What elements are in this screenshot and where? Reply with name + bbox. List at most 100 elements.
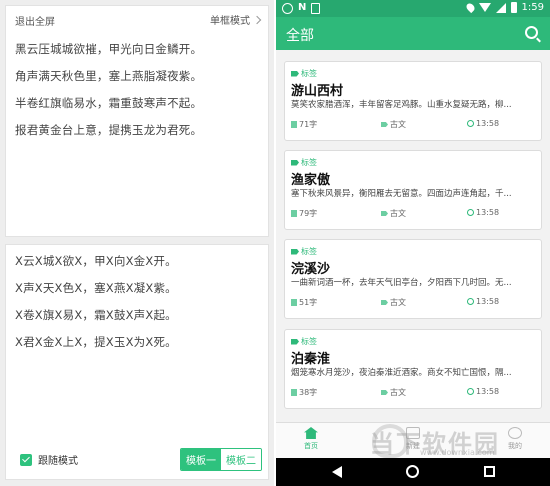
time-label: 13:58 — [476, 297, 500, 306]
tag-icon — [381, 390, 388, 395]
wifi-icon — [478, 3, 491, 12]
category: 古文 — [381, 119, 406, 130]
poem-card[interactable]: 标签 渔家傲 塞下秋来风景异，衡阳雁去无留意。四面边声连角起，千... 79字 … — [284, 150, 542, 230]
tag-icon — [291, 70, 299, 77]
tag-label: 标签 — [301, 337, 317, 346]
tag-badge: 标签 — [291, 246, 317, 257]
status-bar: N 1:59 — [276, 0, 550, 17]
category-label: 古文 — [390, 209, 406, 218]
tag-badge: 标签 — [291, 336, 317, 347]
poem-title: 渔家傲 — [291, 173, 331, 188]
timestamp: 13:58 — [467, 387, 499, 396]
tab-new[interactable]: 新建 — [393, 427, 433, 451]
mode-switch-button[interactable]: 单框模式 — [210, 12, 262, 27]
clipboard-notification-icon — [311, 2, 321, 14]
masked-line: X云X城X欲X，甲X向X金X开。 — [15, 254, 177, 268]
poem-title: 浣溪沙 — [291, 262, 331, 277]
timestamp: 13:58 — [467, 119, 499, 128]
tag-icon — [291, 159, 299, 166]
checkbox-checked-icon[interactable] — [20, 453, 32, 466]
poem-excerpt: 塞下秋来风景异，衡阳雁去无留意。四面边声连角起，千... — [291, 189, 512, 199]
tag-label: 标签 — [301, 158, 317, 167]
follow-mode-toggle[interactable]: 跟随模式 — [20, 452, 78, 467]
tab-home[interactable]: 首页 — [291, 427, 331, 451]
tab-new-label: 新建 — [406, 442, 420, 450]
document-icon — [291, 299, 297, 306]
app-notification-icon — [282, 2, 293, 14]
mode-label: 单框模式 — [210, 16, 250, 27]
poem-card[interactable]: 标签 浣溪沙 一曲新词酒一杯，去年天气旧亭台，夕阳西下几时回。无... 51字 … — [284, 239, 542, 319]
time-label: 13:58 — [476, 387, 500, 396]
home-circle-icon[interactable] — [406, 465, 419, 478]
word-count-label: 71字 — [299, 120, 318, 129]
app-bar: 全部 — [276, 17, 550, 50]
home-icon — [304, 427, 318, 439]
poem-title: 游山西村 — [291, 84, 344, 99]
masked-line: X卷X旗X易X，霜X鼓X声X起。 — [15, 308, 177, 322]
timestamp: 13:58 — [467, 297, 499, 306]
time-label: 13:58 — [476, 208, 500, 217]
battery-icon — [510, 2, 517, 13]
tab-mine[interactable]: 我的 — [495, 427, 535, 451]
search-icon[interactable] — [525, 26, 538, 39]
template-two-button[interactable]: 模板二 — [221, 449, 261, 470]
document-icon — [291, 389, 297, 396]
poem-card[interactable]: 标签 游山西村 莫笑农家腊酒浑，丰年留客足鸡豚。山重水复疑无路，柳... 71字… — [284, 61, 542, 141]
profile-icon — [508, 427, 522, 439]
timestamp: 13:58 — [467, 208, 499, 217]
poem-line: 报君黄金台上意，提携玉龙为君死。 — [15, 123, 203, 137]
word-count: 71字 — [291, 119, 317, 130]
recent-apps-icon[interactable] — [484, 466, 495, 477]
poem-title: 泊秦淮 — [291, 352, 331, 367]
phone-screen: N 1:59 全部 标签 游山西村 莫笑农家腊酒浑，丰年留客足鸡豚。山重水复疑无… — [276, 0, 550, 486]
word-count: 38字 — [291, 387, 317, 398]
word-count-label: 38字 — [299, 388, 318, 397]
template-one-button[interactable]: 模板一 — [181, 449, 221, 470]
masked-line: X声X天X色X，塞X燕X凝X紫。 — [15, 281, 177, 295]
word-count-label: 79字 — [299, 209, 318, 218]
n-notification-icon: N — [298, 2, 307, 13]
status-time: 1:59 — [521, 2, 544, 13]
tag-icon — [291, 248, 299, 255]
follow-mode-label: 跟随模式 — [38, 456, 78, 467]
word-count: 79字 — [291, 208, 317, 219]
tab-mine-label: 我的 — [508, 442, 522, 450]
bottom-tab-bar: 首页 新建 我的 — [276, 422, 550, 458]
clock-icon — [467, 120, 474, 127]
time-label: 13:58 — [476, 119, 500, 128]
signal-icon — [495, 2, 506, 13]
masked-poem-card: X云X城X欲X，甲X向X金X开。 X声X天X色X，塞X燕X凝X紫。 X卷X旗X易… — [5, 244, 269, 480]
tag-badge: 标签 — [291, 157, 317, 168]
category: 古文 — [381, 297, 406, 308]
original-poem-card: 退出全屏 单框模式 黑云压城城欲摧，甲光向日金鳞开。 角声满天秋色里，塞上燕脂凝… — [5, 5, 269, 237]
location-icon — [464, 1, 476, 14]
tab-home-label: 首页 — [304, 442, 318, 450]
document-icon — [291, 121, 297, 128]
poem-card[interactable]: 标签 泊秦淮 烟笼寒水月笼沙，夜泊秦淮近酒家。商女不知亡国恨，隔... 38字 … — [284, 329, 542, 409]
android-nav-bar — [276, 458, 550, 486]
back-icon[interactable] — [332, 466, 342, 478]
grid-icon — [406, 427, 420, 439]
poem-excerpt: 莫笑农家腊酒浑，丰年留客足鸡豚。山重水复疑无路，柳... — [291, 100, 512, 110]
chevron-right-icon — [252, 15, 262, 24]
clock-icon — [467, 298, 474, 305]
tag-icon — [291, 338, 299, 345]
clock-icon — [467, 388, 474, 395]
page-title: 全部 — [286, 28, 314, 44]
tag-icon — [381, 300, 388, 305]
category: 古文 — [381, 208, 406, 219]
poem-toolbar: 退出全屏 单框模式 — [6, 6, 268, 30]
poem-excerpt: 一曲新词酒一杯，去年天气旧亭台，夕阳西下几时回。无... — [291, 278, 512, 288]
document-icon — [291, 210, 297, 217]
poem-line: 角声满天秋色里，塞上燕脂凝夜紫。 — [15, 69, 203, 83]
category-label: 古文 — [390, 388, 406, 397]
category-label: 古文 — [390, 298, 406, 307]
poem-excerpt: 烟笼寒水月笼沙，夜泊秦淮近酒家。商女不知亡国恨，隔... — [291, 368, 512, 378]
masked-line: X君X金X上X，提X玉X为X死。 — [15, 335, 177, 349]
category-label: 古文 — [390, 120, 406, 129]
exit-fullscreen-button[interactable]: 退出全屏 — [15, 13, 55, 28]
tag-icon — [381, 122, 388, 127]
tag-badge: 标签 — [291, 68, 317, 79]
tag-label: 标签 — [301, 69, 317, 78]
category: 古文 — [381, 387, 406, 398]
